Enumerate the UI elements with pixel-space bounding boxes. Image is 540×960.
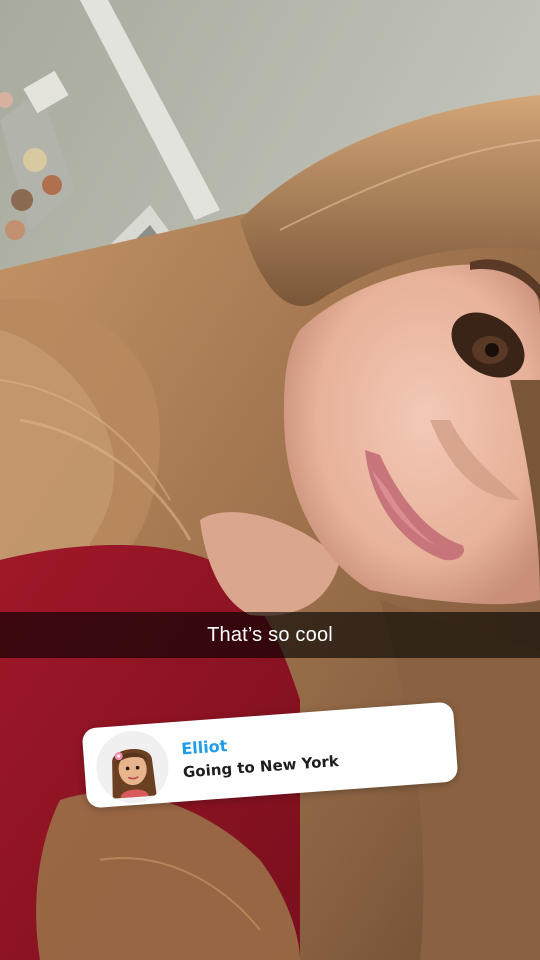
selfie-photo xyxy=(0,0,540,960)
caption-bar: That’s so cool xyxy=(0,612,540,658)
bitmoji-avatar xyxy=(93,728,172,806)
friend-name: Elliot xyxy=(180,736,228,759)
snap-screen: That’s so cool Elliot Going to New York xyxy=(0,0,540,960)
caption-text: That’s so cool xyxy=(207,623,333,646)
